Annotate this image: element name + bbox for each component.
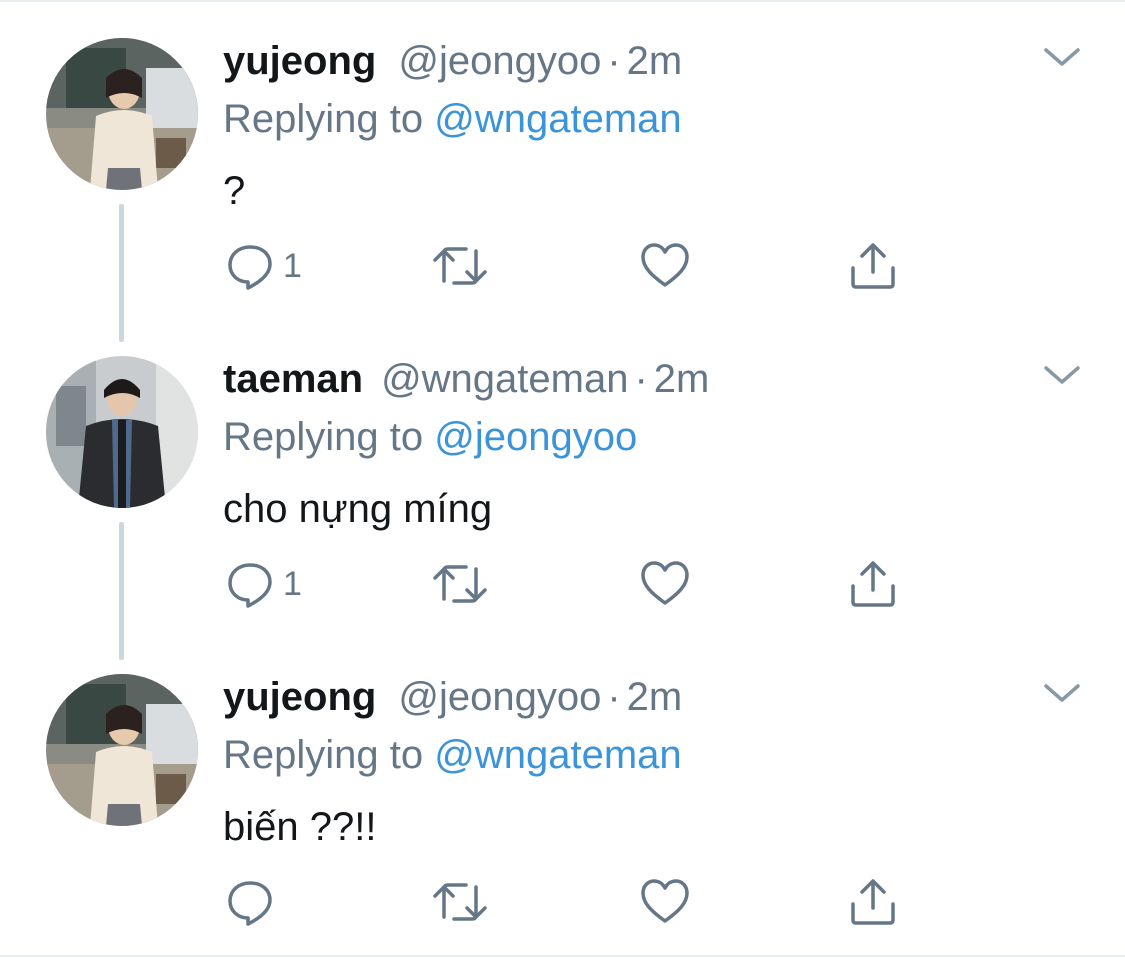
reply-icon: [228, 563, 272, 608]
timestamp[interactable]: 2m: [654, 357, 710, 401]
avatar-photo-yujeong: [46, 38, 198, 190]
reply-icon: [228, 881, 272, 926]
replying-to: Replying to @jeongyoo: [223, 412, 637, 462]
replying-to-label: Replying to: [223, 97, 424, 141]
avatar[interactable]: [46, 674, 198, 826]
replying-to: Replying to @wngateman: [223, 730, 682, 780]
tweet[interactable]: yujeong @jeongyoo · 2m Replying to @wngatem…: [0, 0, 1125, 318]
tweet-header: yujeong @jeongyoo · 2m: [223, 36, 682, 86]
share-button[interactable]: [847, 558, 899, 610]
mention-link[interactable]: @wngateman: [434, 733, 681, 777]
timestamp[interactable]: 2m: [627, 675, 683, 719]
more-options-button[interactable]: [1040, 360, 1084, 392]
user-handle[interactable]: @wngateman: [381, 357, 628, 401]
tweet[interactable]: taeman @wngateman · 2m Replying to @jeongyo…: [0, 318, 1125, 636]
reply-button[interactable]: 1: [225, 240, 302, 292]
share-icon: [851, 879, 895, 925]
heart-icon: [641, 879, 689, 923]
retweet-button[interactable]: [430, 240, 490, 292]
user-handle[interactable]: @jeongyoo: [398, 39, 601, 83]
chevron-down-icon: [1044, 684, 1080, 702]
avatar-photo-yujeong: [46, 674, 198, 826]
share-button[interactable]: [847, 876, 899, 928]
retweet-icon: [433, 247, 487, 285]
separator-dot: ·: [634, 357, 648, 401]
share-icon: [851, 243, 895, 289]
user-handle[interactable]: @jeongyoo: [398, 675, 601, 719]
replying-to-label: Replying to: [223, 733, 424, 777]
like-button[interactable]: [639, 240, 691, 292]
reply-icon: [228, 245, 272, 290]
replying-to-label: Replying to: [223, 415, 424, 459]
retweet-button[interactable]: [430, 876, 490, 928]
display-name[interactable]: yujeong: [223, 39, 376, 83]
chevron-down-icon: [1044, 366, 1080, 384]
bottom-divider: [0, 955, 1125, 957]
separator-dot: ·: [607, 39, 621, 83]
mention-link[interactable]: @jeongyoo: [434, 415, 637, 459]
tweet-header: taeman @wngateman · 2m: [223, 354, 709, 404]
tweet-actions: [225, 876, 925, 928]
retweet-icon: [433, 565, 487, 603]
retweet-icon: [433, 883, 487, 921]
chevron-down-icon: [1044, 48, 1080, 66]
separator-dot: ·: [607, 675, 621, 719]
heart-icon: [641, 561, 689, 605]
avatar[interactable]: [46, 356, 198, 508]
more-options-button[interactable]: [1040, 42, 1084, 74]
avatar-photo-taeman: [46, 356, 198, 508]
like-button[interactable]: [639, 558, 691, 610]
avatar[interactable]: [46, 38, 198, 190]
display-name[interactable]: yujeong: [223, 675, 376, 719]
reply-button[interactable]: 1: [225, 558, 302, 610]
tweet-header: yujeong @jeongyoo · 2m: [223, 672, 682, 722]
like-button[interactable]: [639, 876, 691, 928]
share-button[interactable]: [847, 240, 899, 292]
tweet-text: cho nựng míng: [223, 487, 493, 531]
display-name[interactable]: taeman: [223, 357, 363, 401]
replying-to: Replying to @wngateman: [223, 94, 682, 144]
more-options-button[interactable]: [1040, 678, 1084, 710]
tweet-actions: 1: [225, 240, 925, 292]
timestamp[interactable]: 2m: [627, 39, 683, 83]
reply-count: 1: [283, 247, 302, 285]
mention-link[interactable]: @wngateman: [434, 97, 681, 141]
reply-button[interactable]: [225, 876, 283, 928]
heart-icon: [641, 243, 689, 287]
tweet-text: biến ??!!: [223, 805, 377, 849]
tweet-actions: 1: [225, 558, 925, 610]
share-icon: [851, 561, 895, 607]
tweet-text: ?: [223, 169, 246, 213]
reply-count: 1: [283, 565, 302, 603]
retweet-button[interactable]: [430, 558, 490, 610]
tweet[interactable]: yujeong @jeongyoo · 2m Replying to @wngatem…: [0, 636, 1125, 954]
